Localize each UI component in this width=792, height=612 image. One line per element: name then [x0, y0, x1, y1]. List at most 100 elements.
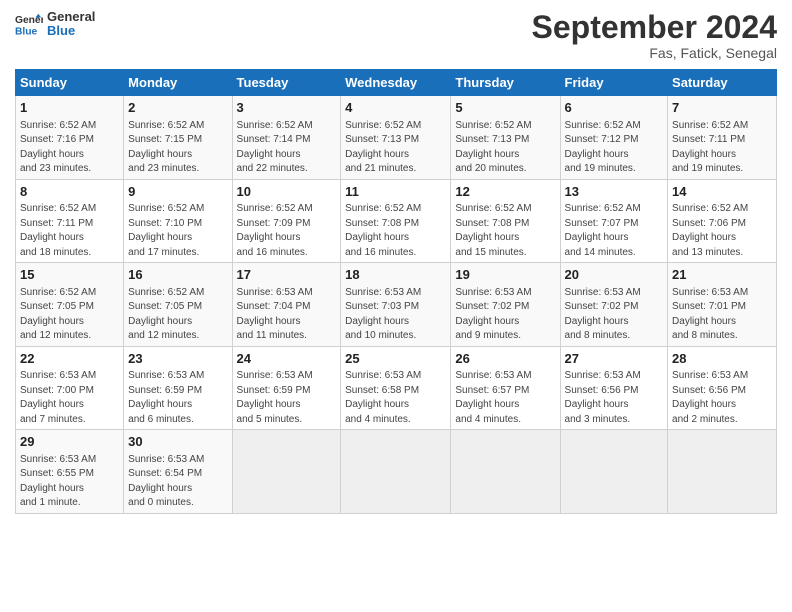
sunrise: Sunrise: 6:53 AM	[20, 370, 96, 381]
sunrise: Sunrise: 6:52 AM	[237, 120, 313, 131]
day-number: 26	[455, 350, 555, 368]
day-number: 21	[672, 266, 772, 284]
sunrise: Sunrise: 6:52 AM	[20, 203, 96, 214]
sunset: Sunset: 6:56 PM	[672, 385, 746, 396]
day-number: 8	[20, 183, 119, 201]
sunset: Sunset: 7:06 PM	[672, 218, 746, 229]
day-cell: 13Sunrise: 6:52 AMSunset: 7:07 PMDayligh…	[560, 179, 668, 263]
day-number: 13	[565, 183, 664, 201]
daylight-label: Daylight hours	[455, 316, 519, 327]
empty-cell	[341, 430, 451, 514]
daylight-value: and 23 minutes.	[128, 163, 199, 174]
sunset: Sunset: 7:15 PM	[128, 134, 202, 145]
day-number: 19	[455, 266, 555, 284]
daylight-label: Daylight hours	[20, 483, 84, 494]
daylight-value: and 14 minutes.	[565, 247, 636, 258]
daylight-value: and 3 minutes.	[565, 414, 631, 425]
header-thursday: Thursday	[451, 70, 560, 96]
sunrise: Sunrise: 6:52 AM	[237, 203, 313, 214]
day-number: 20	[565, 266, 664, 284]
sunset: Sunset: 7:08 PM	[345, 218, 419, 229]
sunset: Sunset: 7:04 PM	[237, 301, 311, 312]
sunset: Sunset: 7:02 PM	[565, 301, 639, 312]
day-cell: 20Sunrise: 6:53 AMSunset: 7:02 PMDayligh…	[560, 263, 668, 347]
empty-cell	[560, 430, 668, 514]
day-cell: 15Sunrise: 6:52 AMSunset: 7:05 PMDayligh…	[16, 263, 124, 347]
header-friday: Friday	[560, 70, 668, 96]
svg-text:Blue: Blue	[15, 27, 38, 38]
sunrise: Sunrise: 6:53 AM	[565, 370, 641, 381]
daylight-value: and 4 minutes.	[455, 414, 521, 425]
day-cell: 2Sunrise: 6:52 AMSunset: 7:15 PMDaylight…	[124, 96, 232, 180]
day-number: 10	[237, 183, 337, 201]
day-cell: 18Sunrise: 6:53 AMSunset: 7:03 PMDayligh…	[341, 263, 451, 347]
sunrise: Sunrise: 6:53 AM	[345, 370, 421, 381]
daylight-value: and 0 minutes.	[128, 497, 194, 508]
calendar-week-row: 29Sunrise: 6:53 AMSunset: 6:55 PMDayligh…	[16, 430, 777, 514]
day-cell: 28Sunrise: 6:53 AMSunset: 6:56 PMDayligh…	[668, 346, 777, 430]
day-number: 15	[20, 266, 119, 284]
sunrise: Sunrise: 6:52 AM	[565, 120, 641, 131]
day-number: 3	[237, 99, 337, 117]
logo-general: General	[47, 10, 95, 24]
daylight-label: Daylight hours	[345, 316, 409, 327]
daylight-label: Daylight hours	[128, 232, 192, 243]
header-wednesday: Wednesday	[341, 70, 451, 96]
sunrise: Sunrise: 6:52 AM	[20, 287, 96, 298]
day-cell: 1Sunrise: 6:52 AMSunset: 7:16 PMDaylight…	[16, 96, 124, 180]
sunrise: Sunrise: 6:53 AM	[455, 370, 531, 381]
header-tuesday: Tuesday	[232, 70, 341, 96]
day-number: 25	[345, 350, 446, 368]
sunrise: Sunrise: 6:52 AM	[565, 203, 641, 214]
daylight-value: and 18 minutes.	[20, 247, 91, 258]
day-number: 11	[345, 183, 446, 201]
daylight-label: Daylight hours	[565, 399, 629, 410]
daylight-label: Daylight hours	[20, 232, 84, 243]
sunrise: Sunrise: 6:52 AM	[128, 203, 204, 214]
day-cell: 30Sunrise: 6:53 AMSunset: 6:54 PMDayligh…	[124, 430, 232, 514]
daylight-value: and 19 minutes.	[672, 163, 743, 174]
day-cell: 19Sunrise: 6:53 AMSunset: 7:02 PMDayligh…	[451, 263, 560, 347]
sunset: Sunset: 7:02 PM	[455, 301, 529, 312]
calendar-body: 1Sunrise: 6:52 AMSunset: 7:16 PMDaylight…	[16, 96, 777, 514]
sunset: Sunset: 7:13 PM	[345, 134, 419, 145]
daylight-value: and 15 minutes.	[455, 247, 526, 258]
sunset: Sunset: 6:54 PM	[128, 468, 202, 479]
daylight-label: Daylight hours	[237, 232, 301, 243]
sunrise: Sunrise: 6:53 AM	[237, 370, 313, 381]
day-number: 24	[237, 350, 337, 368]
sunrise: Sunrise: 6:53 AM	[565, 287, 641, 298]
day-number: 9	[128, 183, 227, 201]
day-cell: 12Sunrise: 6:52 AMSunset: 7:08 PMDayligh…	[451, 179, 560, 263]
sunrise: Sunrise: 6:52 AM	[455, 120, 531, 131]
daylight-value: and 8 minutes.	[672, 330, 738, 341]
day-cell: 27Sunrise: 6:53 AMSunset: 6:56 PMDayligh…	[560, 346, 668, 430]
empty-cell	[668, 430, 777, 514]
day-cell: 22Sunrise: 6:53 AMSunset: 7:00 PMDayligh…	[16, 346, 124, 430]
daylight-value: and 16 minutes.	[345, 247, 416, 258]
daylight-label: Daylight hours	[237, 399, 301, 410]
day-cell: 26Sunrise: 6:53 AMSunset: 6:57 PMDayligh…	[451, 346, 560, 430]
daylight-label: Daylight hours	[672, 399, 736, 410]
daylight-value: and 20 minutes.	[455, 163, 526, 174]
day-cell: 21Sunrise: 6:53 AMSunset: 7:01 PMDayligh…	[668, 263, 777, 347]
day-cell: 8 Sunrise: 6:52 AM Sunset: 7:11 PM Daylight…	[16, 179, 124, 263]
sunrise: Sunrise: 6:52 AM	[345, 120, 421, 131]
sunset: Sunset: 7:10 PM	[128, 218, 202, 229]
sunset: Sunset: 7:09 PM	[237, 218, 311, 229]
sunset: Sunset: 6:56 PM	[565, 385, 639, 396]
daylight-label: Daylight hours	[345, 232, 409, 243]
daylight-value: and 17 minutes.	[128, 247, 199, 258]
day-cell: 17Sunrise: 6:53 AMSunset: 7:04 PMDayligh…	[232, 263, 341, 347]
sunset: Sunset: 6:59 PM	[237, 385, 311, 396]
header-saturday: Saturday	[668, 70, 777, 96]
daylight-label: Daylight hours	[672, 149, 736, 160]
day-number: 22	[20, 350, 119, 368]
daylight-value: and 4 minutes.	[345, 414, 411, 425]
sunset: Sunset: 7:08 PM	[455, 218, 529, 229]
sunset: Sunset: 7:11 PM	[20, 218, 93, 229]
sunset: Sunset: 7:16 PM	[20, 134, 94, 145]
day-cell: 24 Sunrise: 6:53 AM Sunset: 6:59 PM Dayligh…	[232, 346, 341, 430]
daylight-label: Daylight hours	[345, 399, 409, 410]
day-cell: 3Sunrise: 6:52 AMSunset: 7:14 PMDaylight…	[232, 96, 341, 180]
